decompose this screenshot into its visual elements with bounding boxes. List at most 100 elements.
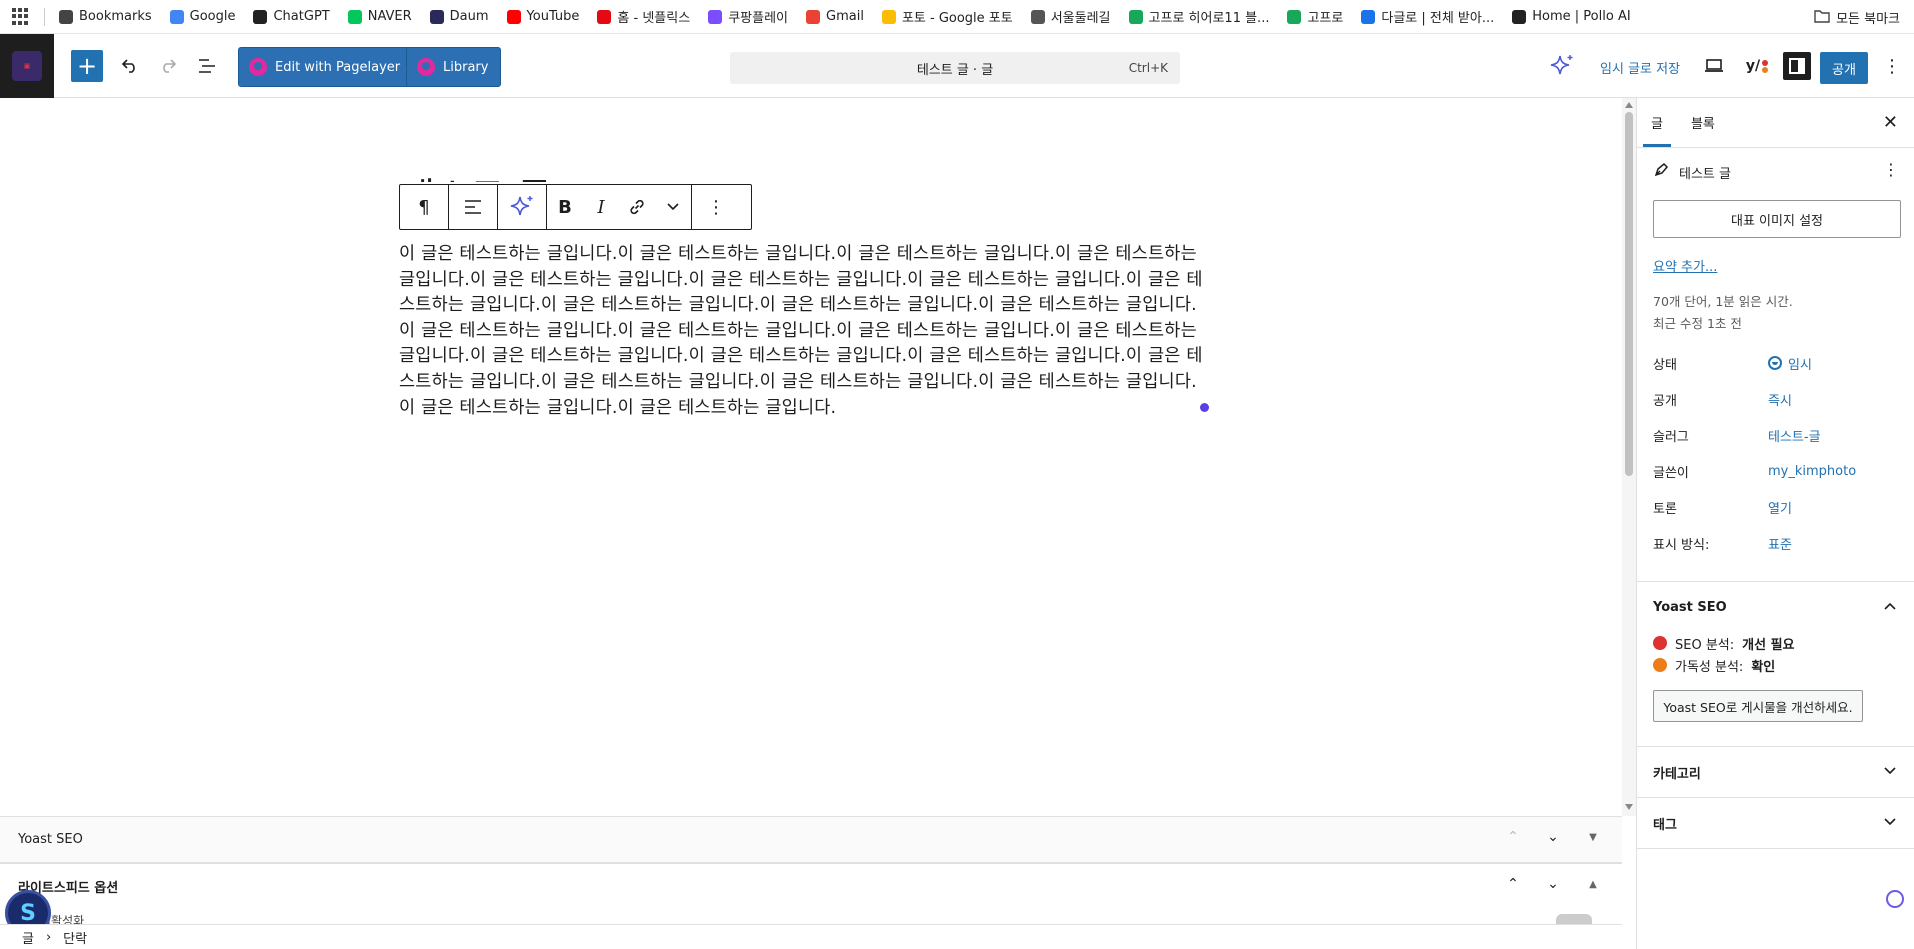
yoast-status-dots-icon <box>1762 59 1769 73</box>
meta-key: 표시 방식: <box>1653 537 1710 553</box>
bookmark-item[interactable]: 다글로 | 전체 받아... <box>1361 7 1494 26</box>
chevron-down-icon[interactable] <box>1884 814 1896 830</box>
redo-icon[interactable] <box>154 52 182 80</box>
move-down-icon[interactable]: ⌄ <box>1544 829 1562 845</box>
settings-sidebar: 글 블록 ✕ 테스트 글 ⋮ 대표 이미지 설정 요약 추가... 70개 단어… <box>1636 98 1914 949</box>
paragraph-block[interactable]: 이 글은 테스트하는 글입니다.이 글은 테스트하는 글입니다.이 글은 테스트… <box>399 242 1211 421</box>
bookmark-item[interactable]: 포토 - Google 포토 <box>881 7 1013 26</box>
slug-value[interactable]: 테스트-글 <box>1768 426 1821 445</box>
bookmark-item[interactable]: 고프로 히어로11 블... <box>1128 7 1269 26</box>
meta-key: 공개 <box>1653 393 1677 409</box>
save-draft-button[interactable]: 임시 글로 저장 <box>1600 58 1680 77</box>
author-value[interactable]: my_kimphoto <box>1768 464 1856 479</box>
tab-post[interactable]: 글 <box>1637 98 1677 147</box>
toggle-panel-icon[interactable]: ▼ <box>1584 832 1602 843</box>
edit-with-pagelayer-button[interactable]: Edit with Pagelayer <box>238 47 414 87</box>
tags-panel-header[interactable]: 태그 <box>1637 798 1914 848</box>
bookmark-label: 홈 - 넷플릭스 <box>617 11 691 26</box>
bookmark-item[interactable]: YouTube <box>506 9 580 24</box>
meta-key: 슬러그 <box>1653 429 1689 445</box>
italic-icon[interactable]: I <box>583 185 619 229</box>
sad-face-icon <box>1653 636 1667 650</box>
block-options-icon[interactable]: ⋮ <box>692 185 740 229</box>
ai-sparkle-icon[interactable] <box>498 185 546 229</box>
bookmark-label: Gmail <box>826 9 864 24</box>
pen-nib-icon <box>1653 162 1669 182</box>
google-icon <box>169 9 184 24</box>
list-view-icon[interactable] <box>193 52 221 80</box>
chevron-up-icon[interactable] <box>1884 598 1896 614</box>
canvas-scrollbar[interactable] <box>1622 98 1636 816</box>
categories-panel-header[interactable]: 카테고리 <box>1637 747 1914 797</box>
settings-sidebar-toggle-icon[interactable] <box>1783 52 1811 80</box>
set-featured-image-button[interactable]: 대표 이미지 설정 <box>1653 200 1901 238</box>
improve-with-yoast-button[interactable]: Yoast SEO로 게시물을 개선하세요. <box>1653 690 1863 722</box>
bookmark-item[interactable]: Daum <box>429 9 489 24</box>
bookmark-label: 서울둘레길 <box>1050 11 1111 26</box>
link-icon[interactable] <box>619 185 655 229</box>
scrollbar-thumb[interactable] <box>1625 112 1633 476</box>
post-actions-icon[interactable]: ⋮ <box>1883 160 1899 179</box>
template-value[interactable]: 표준 <box>1768 534 1792 553</box>
bookmark-item[interactable]: 서울둘레길 <box>1030 7 1111 26</box>
bookmark-item[interactable]: ChatGPT <box>253 9 330 24</box>
bookmark-item[interactable]: 고프로 <box>1287 7 1343 26</box>
naver-icon <box>347 9 362 24</box>
bookmark-label: YouTube <box>526 9 580 24</box>
youtube-icon <box>506 9 521 24</box>
chevron-down-icon[interactable] <box>655 185 691 229</box>
all-bookmarks-button[interactable]: 모든 북마크 <box>1814 8 1900 27</box>
apps-grid-icon[interactable] <box>12 7 30 26</box>
bookmark-label: 포토 - Google 포토 <box>901 11 1013 26</box>
add-excerpt-link[interactable]: 요약 추가... <box>1653 256 1899 275</box>
sidebar-post-title: 테스트 글 <box>1679 166 1731 182</box>
breadcrumb-current[interactable]: 단락 <box>63 928 87 947</box>
paragraph-icon[interactable]: ¶ <box>400 185 448 229</box>
netflix-icon <box>597 9 612 24</box>
publish-date-value[interactable]: 즉시 <box>1768 390 1792 409</box>
ai-sparkle-icon[interactable] <box>1548 52 1576 80</box>
draft-status-icon <box>1768 356 1782 370</box>
breadcrumb-root[interactable]: 글 <box>22 928 34 947</box>
ai-assistant-icon[interactable] <box>1886 890 1904 908</box>
toggle-panel-icon[interactable]: ▲ <box>1584 879 1602 890</box>
align-left-icon[interactable] <box>449 185 497 229</box>
seo-analysis[interactable]: SEO 분석: 개선 필요 <box>1637 632 1914 654</box>
tab-block[interactable]: 블록 <box>1677 98 1729 147</box>
yoast-toolbar-button[interactable]: y/ <box>1740 54 1774 78</box>
post-title[interactable]: 테스트 글 <box>400 168 552 182</box>
status-value[interactable]: 임시 <box>1768 354 1812 373</box>
bookmark-item[interactable]: Bookmarks <box>59 9 152 24</box>
yoast-panel-header[interactable]: Yoast SEO <box>1637 582 1914 632</box>
bookmark-item[interactable]: NAVER <box>347 9 412 24</box>
move-up-icon[interactable]: ⌃ <box>1504 876 1522 892</box>
bookmark-item[interactable]: 홈 - 넷플릭스 <box>597 7 690 26</box>
readability-analysis[interactable]: 가독성 분석: 확인 <box>1637 654 1914 676</box>
bookmark-label: Google <box>189 9 236 24</box>
yoast-metabox-header[interactable]: Yoast SEO ⌃ ⌄ ▼ <box>0 816 1622 862</box>
move-up-icon[interactable]: ⌃ <box>1504 829 1522 845</box>
move-down-icon[interactable]: ⌄ <box>1544 876 1562 892</box>
preview-icon[interactable] <box>1702 54 1726 78</box>
close-icon[interactable]: ✕ <box>1883 112 1898 133</box>
meta-row-template: 표시 방식: 표준 <box>1653 525 1899 561</box>
litespeed-metabox-header[interactable]: 라이트스피드 옵션 ⌃ ⌄ ▲ <box>0 862 1622 908</box>
more-options-icon[interactable]: ⋮ <box>1880 52 1904 80</box>
toggle-switch[interactable] <box>1556 914 1592 924</box>
library-button[interactable]: Library <box>406 47 502 87</box>
add-block-button[interactable]: + <box>71 50 103 82</box>
bookmark-item[interactable]: Google <box>169 9 236 24</box>
publish-button[interactable]: 공개 <box>1820 52 1868 84</box>
site-icon-button[interactable]: ▣ <box>0 34 54 98</box>
bookmark-item[interactable]: Home | Pollo AI <box>1512 9 1631 24</box>
bookmark-item[interactable]: 쿠팡플레이 <box>708 7 788 26</box>
readability-value: 확인 <box>1751 659 1776 675</box>
bold-icon[interactable]: B <box>547 185 583 229</box>
chevron-down-icon[interactable] <box>1884 763 1896 779</box>
undo-icon[interactable] <box>116 52 144 80</box>
command-palette[interactable]: 테스트 글 · 글 Ctrl+K <box>730 52 1180 84</box>
bookmark-item[interactable]: Gmail <box>806 9 864 24</box>
discussion-value[interactable]: 열기 <box>1768 498 1792 517</box>
daglo-icon <box>1361 9 1376 24</box>
paragraph-status-dot <box>1200 403 1209 412</box>
